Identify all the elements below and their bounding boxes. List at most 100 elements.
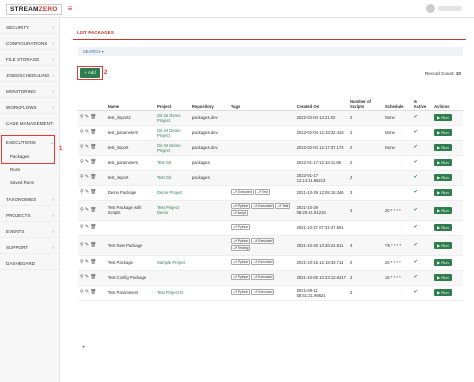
cell-project[interactable]: Test Project N <box>154 285 190 301</box>
edit-icon[interactable]: ✎ <box>85 275 89 280</box>
search-icon[interactable]: ⚲ <box>80 115 84 120</box>
sidebar-item-file-storage[interactable]: FILE STORAGE › <box>0 54 60 66</box>
run-button[interactable]: ▶ Run <box>434 224 452 231</box>
sidebar-subitem-runs[interactable]: Runs <box>0 165 60 175</box>
search-toggle[interactable]: SEARCH ▾ <box>78 47 463 56</box>
table-row[interactable]: ⚲ ✎ 🗑 Test Parameters Test Project N ⎇ Pyth… <box>78 285 463 301</box>
cell-project[interactable] <box>154 270 190 286</box>
cell-project[interactable]: Test Git <box>154 155 190 171</box>
search-icon[interactable]: ⚲ <box>80 208 84 213</box>
edit-icon[interactable]: ✎ <box>85 130 89 135</box>
sidebar-item-support[interactable]: SUPPORT › <box>0 242 60 254</box>
search-icon[interactable]: ⚲ <box>80 290 84 295</box>
delete-icon[interactable]: 🗑 <box>90 260 96 265</box>
search-icon[interactable]: ⚲ <box>80 130 84 135</box>
run-button[interactable]: ▶ Run <box>434 289 452 296</box>
delete-icon[interactable]: 🗑 <box>90 243 96 248</box>
edit-icon[interactable]: ✎ <box>85 160 89 165</box>
run-button[interactable]: ▶ Run <box>434 241 452 249</box>
edit-icon[interactable]: ✎ <box>85 243 89 248</box>
edit-icon[interactable]: ✎ <box>85 208 89 213</box>
cell-project[interactable]: Demo Project <box>154 185 190 201</box>
table-row[interactable]: ⚲ ✎ 🗑 ⎇ Python 2021-10-27 07:31:47.591 ✔ ▶ R… <box>78 220 463 236</box>
user-menu[interactable] <box>426 4 462 13</box>
table-row[interactable]: ⚲ ✎ 🗑 test_import2 Git Int Demo Project pac… <box>78 110 463 126</box>
app-logo[interactable]: STREAMZERO <box>6 4 62 15</box>
sidebar-item-security[interactable]: SECURITY › <box>0 22 60 34</box>
table-row[interactable]: ⚲ ✎ 🗑 test_import Git Int Demo Project pack… <box>78 140 463 156</box>
run-button[interactable]: ▶ Run <box>434 114 452 121</box>
run-button[interactable]: ▶ Run <box>434 129 452 136</box>
table-row[interactable]: ⚲ ✎ 🗑 Demo Package Demo Project ⎇ Executed ⎇… <box>78 185 463 201</box>
cell-project[interactable]: Test Git <box>154 170 190 186</box>
edit-icon[interactable]: ✎ <box>85 260 89 265</box>
search-icon[interactable]: ⚲ <box>80 260 84 265</box>
delete-icon[interactable]: 🗑 <box>90 208 96 213</box>
search-icon[interactable]: ⚲ <box>80 225 84 230</box>
delete-icon[interactable]: 🗑 <box>90 225 96 230</box>
edit-icon[interactable]: ✎ <box>85 225 89 230</box>
delete-icon[interactable]: 🗑 <box>90 275 96 280</box>
edit-icon[interactable]: ✎ <box>85 115 89 120</box>
sidebar-item-events[interactable]: EVENTS › <box>0 226 60 238</box>
run-button[interactable]: ▶ Run <box>434 174 452 181</box>
col-header-created-on[interactable]: Created On <box>294 93 348 111</box>
col-header-schedule[interactable]: Schedule <box>382 93 412 111</box>
table-row[interactable]: ⚲ ✎ 🗑 Test Package with Scripts Test Proje… <box>78 200 463 221</box>
search-icon[interactable]: ⚲ <box>80 275 84 280</box>
edit-icon[interactable]: ✎ <box>85 190 89 195</box>
run-button[interactable]: ▶ Run <box>434 189 452 196</box>
col-header-number-of-scripts[interactable]: Number of Scripts <box>347 93 383 111</box>
cell-project[interactable]: Sample Project <box>154 255 190 271</box>
search-icon[interactable]: ⚲ <box>80 190 84 195</box>
search-icon[interactable]: ⚲ <box>80 160 84 165</box>
cell-project[interactable]: Test Project Demo <box>154 200 190 221</box>
col-header-project[interactable]: Project <box>154 93 190 111</box>
col-header-repository[interactable]: Repository <box>189 93 229 111</box>
table-row[interactable]: ⚲ ✎ 🗑 test_parameters Test Git packages 2022… <box>78 155 463 171</box>
run-button[interactable]: ▶ Run <box>434 206 452 214</box>
cell-project[interactable] <box>154 235 190 256</box>
sidebar-item-monitoring[interactable]: MONITORING › <box>0 86 60 98</box>
delete-icon[interactable]: 🗑 <box>90 130 96 135</box>
edit-icon[interactable]: ✎ <box>85 290 89 295</box>
edit-icon[interactable]: ✎ <box>85 145 89 150</box>
run-button[interactable]: ▶ Run <box>434 144 452 151</box>
sidebar-item-configurations[interactable]: CONFIGURATIONS › <box>0 38 60 50</box>
table-row[interactable]: ⚲ ✎ 🗑 test_import Test Git packages 2022-01-… <box>78 170 463 186</box>
sidebar-item-projects[interactable]: PROJECTS › <box>0 210 60 222</box>
sidebar-item-workflows[interactable]: WORKFLOWS › <box>0 102 60 114</box>
cell-project[interactable]: Git Int Demo Project <box>154 125 190 141</box>
col-header-is-active[interactable]: Is Active <box>411 93 433 111</box>
cell-project[interactable]: Git Int Demo Project <box>154 140 190 156</box>
delete-icon[interactable]: 🗑 <box>90 290 96 295</box>
delete-icon[interactable]: 🗑 <box>90 115 96 120</box>
delete-icon[interactable]: 🗑 <box>90 145 96 150</box>
table-row[interactable]: ⚲ ✎ 🗑 Test Package Sample Project ⎇ Python ⎇… <box>78 255 463 271</box>
cell-project[interactable] <box>154 220 190 236</box>
sidebar-item-dashboard[interactable]: DASHBOARD <box>0 258 60 270</box>
delete-icon[interactable]: 🗑 <box>90 190 96 195</box>
sidebar-item-taxonomies[interactable]: TAXONOMIES › <box>0 194 60 206</box>
run-button[interactable]: ▶ Run <box>434 159 452 166</box>
table-row[interactable]: ⚲ ✎ 🗑 Test New Package ⎇ Python ⎇ Executed⎇… <box>78 235 463 256</box>
search-icon[interactable]: ⚲ <box>80 145 84 150</box>
run-button[interactable]: ▶ Run <box>434 259 452 266</box>
sidebar-item-jobs-scheduling[interactable]: JOBS/SCHEDULING › <box>0 70 60 82</box>
edit-icon[interactable]: ✎ <box>85 175 89 180</box>
delete-icon[interactable]: 🗑 <box>90 175 96 180</box>
col-header-name[interactable]: Name <box>105 93 155 111</box>
hamburger-icon[interactable]: ≡ <box>63 0 77 18</box>
cell-created-on: 2021-10-15 12:19:33.711 <box>294 255 348 271</box>
table-row[interactable]: ⚲ ✎ 🗑 Test Config Package ⎇ Python ⎇ Execut… <box>78 270 463 286</box>
sidebar-subitem-saved-runs[interactable]: Saved Runs <box>0 178 60 188</box>
sidebar-item-case-management[interactable]: CASE MANAGEMENT › <box>0 118 60 130</box>
add-button[interactable]: + Add <box>80 68 100 78</box>
delete-icon[interactable]: 🗑 <box>90 160 96 165</box>
run-button[interactable]: ▶ Run <box>434 274 452 281</box>
cell-project[interactable]: Git Int Demo Project <box>154 110 190 126</box>
search-icon[interactable]: ⚲ <box>80 175 84 180</box>
search-icon[interactable]: ⚲ <box>80 243 84 248</box>
table-row[interactable]: ⚲ ✎ 🗑 test_parameters Git Int Demo Project… <box>78 125 463 141</box>
add-row-icon[interactable]: + <box>82 345 86 351</box>
